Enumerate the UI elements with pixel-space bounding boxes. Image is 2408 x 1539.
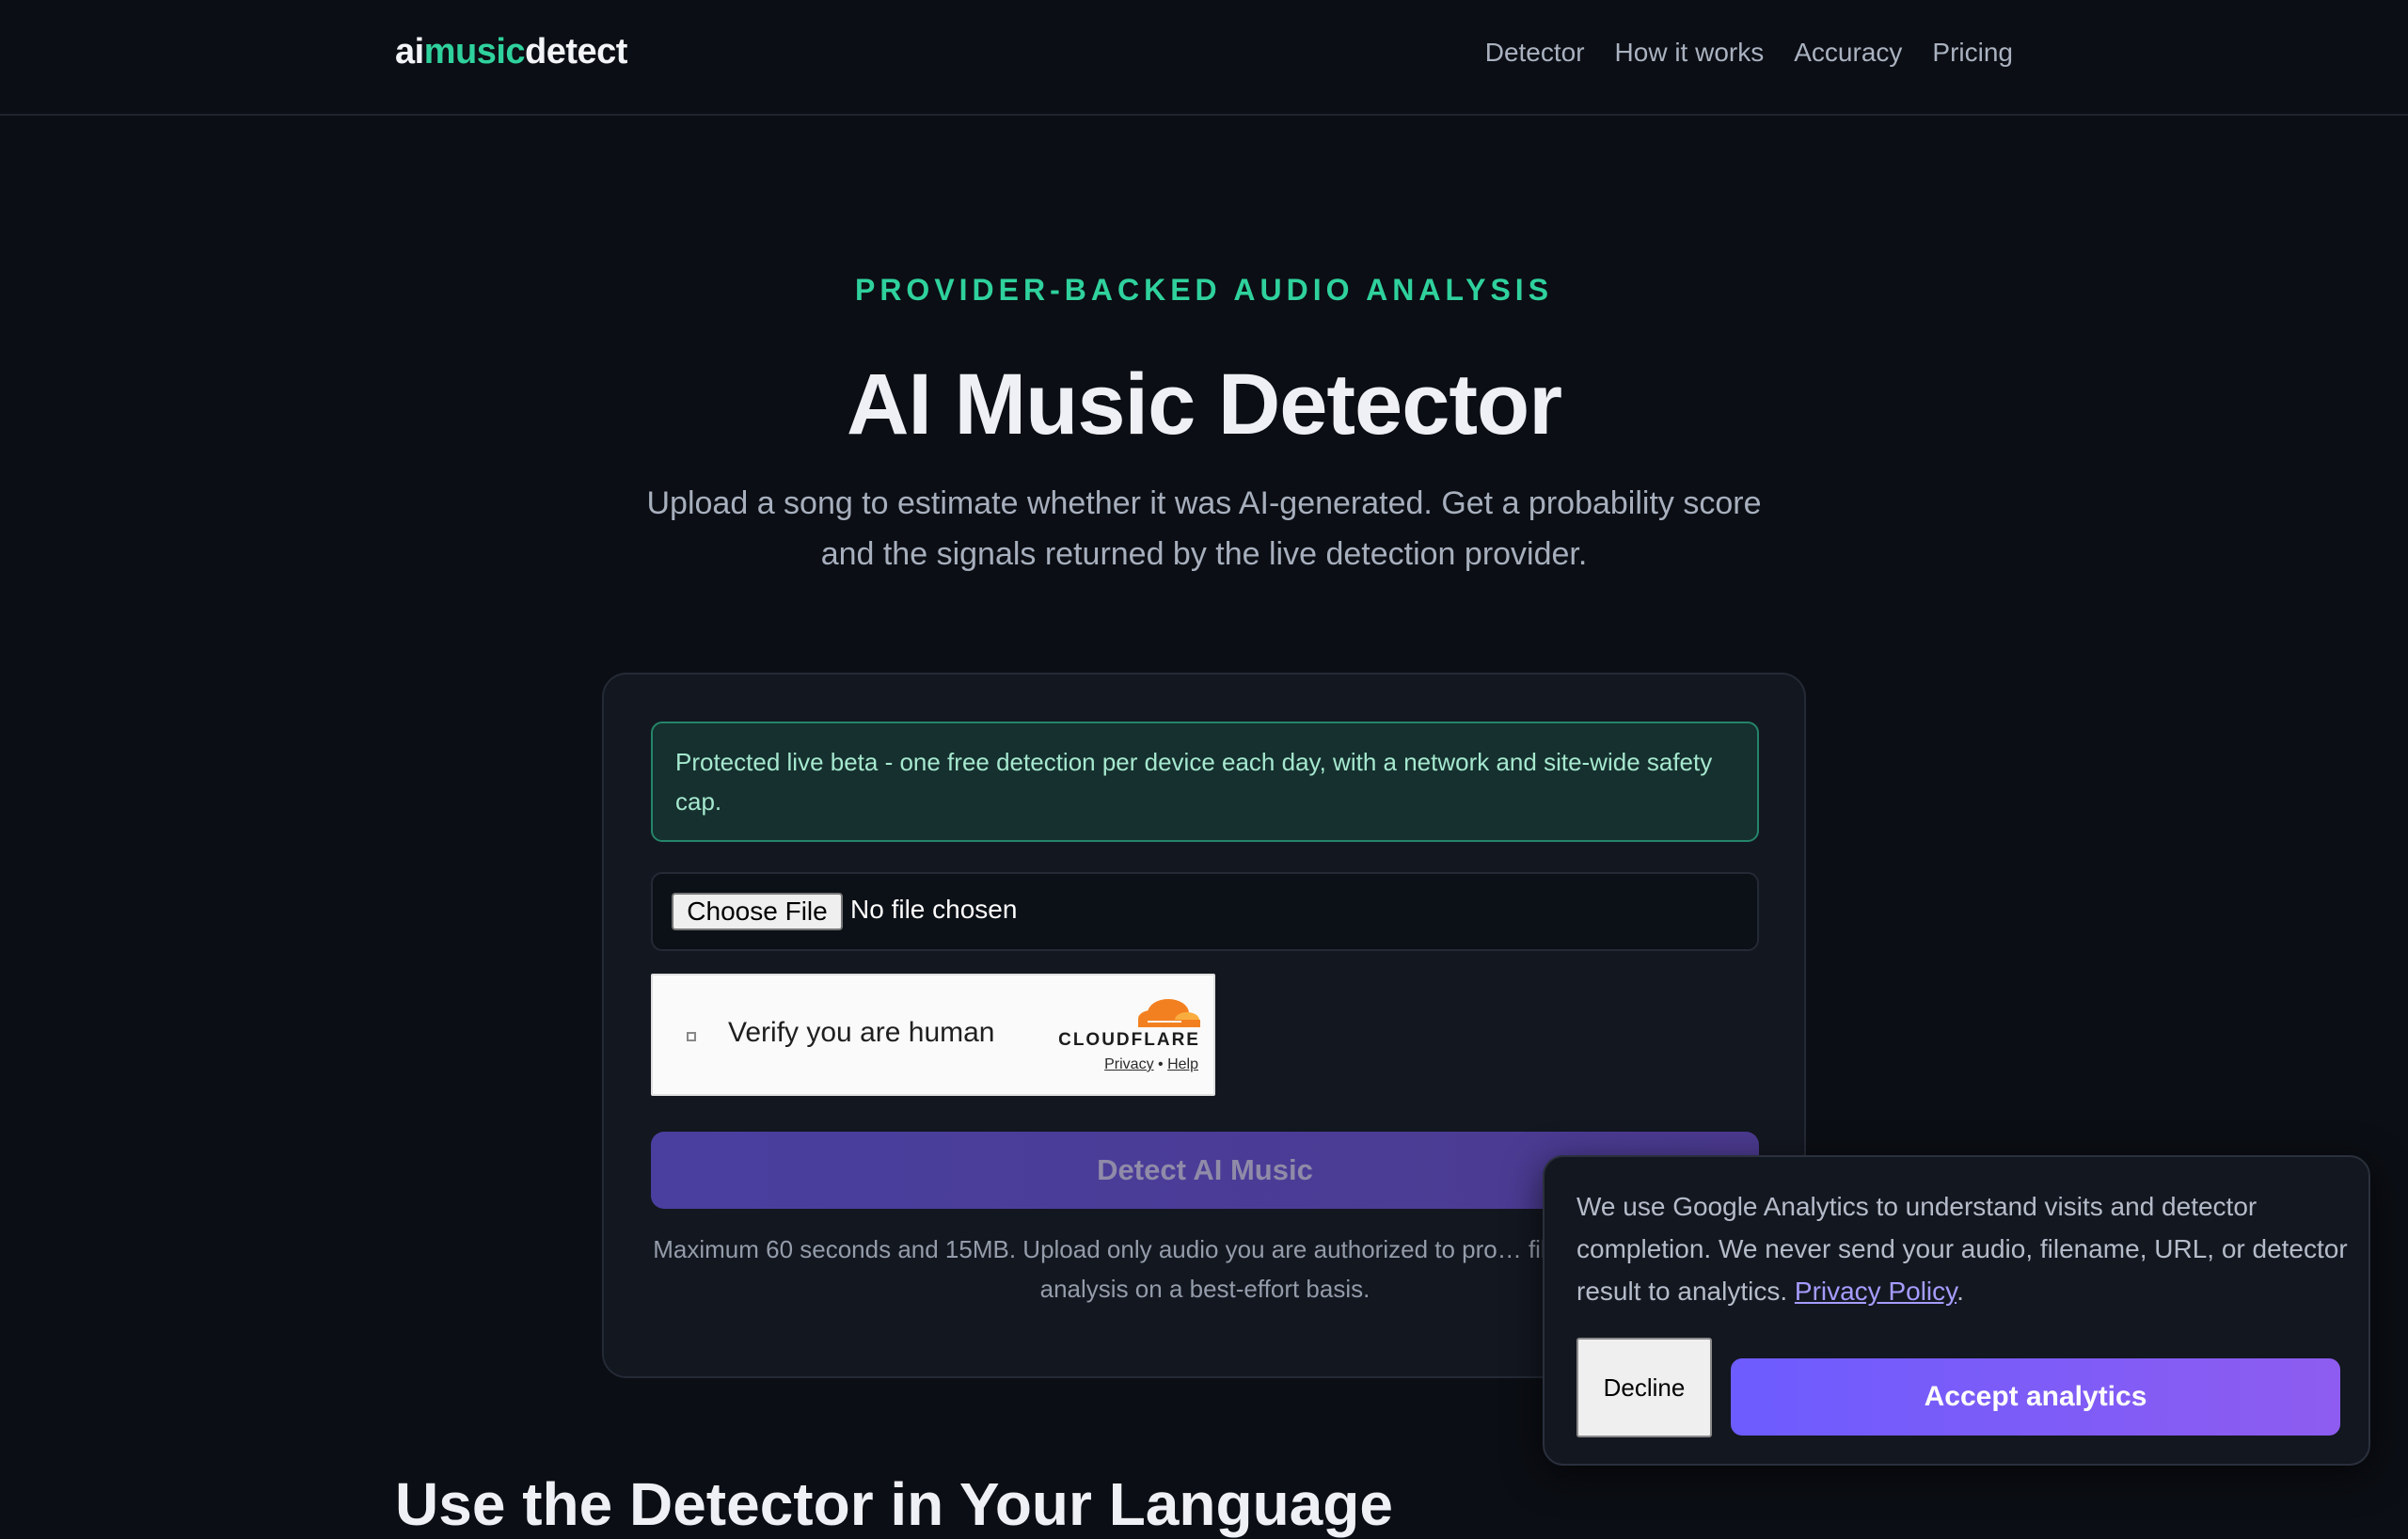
captcha-privacy-link[interactable]: Privacy (1104, 1056, 1153, 1072)
nav-link-accuracy[interactable]: Accuracy (1794, 38, 1902, 68)
language-section-heading: Use the Detector in Your Language (395, 1470, 1393, 1538)
nav-link-detector[interactable]: Detector (1485, 38, 1585, 68)
captcha-links: Privacy • Help (1104, 1056, 1198, 1073)
beta-notice: Protected live beta - one free detection… (651, 722, 1759, 842)
nav-link-pricing[interactable]: Pricing (1932, 38, 2013, 68)
main-nav: Detector How it works Accuracy Pricing (1485, 38, 2013, 68)
privacy-policy-link[interactable]: Privacy Policy (1795, 1277, 1956, 1306)
captcha-label: Verify you are human (728, 1017, 995, 1048)
top-navigation-bar: aimusicdetect Detector How it works Accu… (0, 0, 2408, 116)
hero-eyebrow: PROVIDER-BACKED AUDIO ANALYSIS (854, 273, 1554, 307)
cookie-consent-text: We use Google Analytics to understand vi… (1576, 1185, 2348, 1312)
logo-part-detect: detect (525, 32, 627, 71)
logo-part-ai: ai (395, 32, 424, 71)
site-logo[interactable]: aimusicdetect (395, 32, 627, 72)
cloudflare-brand-text: CLOUDFLARE (1058, 1030, 1200, 1050)
accept-analytics-button[interactable]: Accept analytics (1731, 1358, 2340, 1436)
choose-file-button[interactable]: Choose File (672, 893, 843, 930)
file-status-text: No file chosen (850, 895, 1018, 924)
captcha-checkbox[interactable] (687, 1032, 696, 1041)
decline-button[interactable]: Decline (1576, 1338, 1712, 1437)
hero-subtitle: Upload a song to estimate whether it was… (646, 485, 1762, 572)
cookie-period: . (1956, 1277, 1964, 1306)
cloudflare-logo-icon (1138, 999, 1200, 1027)
cookie-consent-banner: We use Google Analytics to understand vi… (1543, 1155, 2370, 1466)
logo-part-music: music (423, 32, 526, 71)
file-upload-field[interactable]: Choose File No file chosen (651, 872, 1759, 951)
nav-link-how-it-works[interactable]: How it works (1615, 38, 1765, 68)
page-title: AI Music Detector (846, 357, 1562, 452)
captcha-link-separator: • (1158, 1056, 1164, 1072)
captcha-help-link[interactable]: Help (1167, 1056, 1198, 1072)
cloudflare-captcha-widget[interactable]: Verify you are human CLOUDFLARE Privacy … (651, 974, 1215, 1096)
